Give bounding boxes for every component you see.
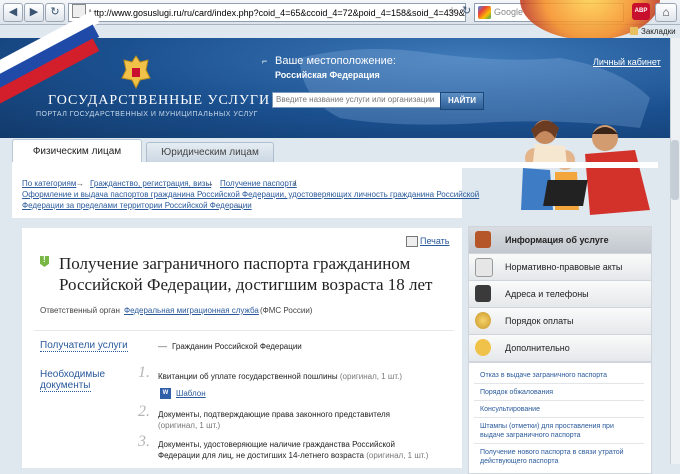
printer-icon[interactable] <box>406 236 418 247</box>
sidebar-item-additional[interactable]: Дополнительно <box>468 334 652 362</box>
org-abbr: (ФМС России) <box>260 306 313 315</box>
bookmarks-menu[interactable]: Закладки <box>630 25 680 38</box>
page-title: Получение заграничного паспорта граждани… <box>59 254 433 294</box>
sidebar-item-label: Дополнительно <box>505 343 570 353</box>
home-button[interactable]: ⌂ <box>655 3 677 22</box>
breadcrumb-separator: → <box>236 201 244 210</box>
sidebar-item-label: Порядок оплаты <box>505 316 574 326</box>
reload-button[interactable]: ↻ <box>45 3 65 22</box>
search-placeholder: Google <box>494 7 524 17</box>
site-title: ГОСУДАРСТВЕННЫЕ УСЛУГИ <box>48 93 271 108</box>
submenu-item-new-passport[interactable]: Получение нового паспорта в связи утрато… <box>480 448 624 457</box>
submenu-item-appeal[interactable]: Порядок обжалования <box>480 388 553 397</box>
divider <box>474 443 644 444</box>
divider <box>474 400 644 401</box>
briefcase-icon <box>475 231 491 248</box>
breadcrumb-separator: / <box>294 179 297 188</box>
breadcrumb-passport[interactable]: Получение паспорта <box>220 179 297 188</box>
tab-legal-entities[interactable]: Юридическим лицам <box>146 142 274 164</box>
recipients-label[interactable]: Получатели услуги <box>40 340 128 352</box>
google-icon <box>478 6 491 19</box>
url-text: http://www.gosuslugi.ru/ru/card/index.ph… <box>89 8 466 18</box>
forward-button[interactable]: ▶ <box>24 3 44 22</box>
bookmarks-label: Закладки <box>641 27 676 36</box>
org-label: Ответственный орган <box>40 306 120 315</box>
doc-number: 2. <box>138 403 150 420</box>
divider <box>34 330 454 331</box>
sidebar-item-label: Информация об услуге <box>505 235 609 245</box>
tab-individuals[interactable]: Физическим лицам <box>12 139 142 164</box>
service-search-input[interactable]: Введите название услуги или организации <box>272 92 443 108</box>
site-subtitle: ПОРТАЛ ГОСУДАРСТВЕННЫХ И МУНИЦИПАЛЬНЫХ У… <box>36 111 258 118</box>
coat-of-arms-icon <box>121 55 151 90</box>
back-button[interactable]: ◀ <box>3 3 23 22</box>
location-label: Ваше местоположение: <box>275 55 396 67</box>
submenu-item-stamps[interactable]: Штампы (отметки) для проставления при <box>480 422 614 431</box>
location-arrow-icon: ⌐ <box>262 56 268 66</box>
documents-label-2[interactable]: документы <box>40 380 91 392</box>
submenu-item-stamps-cont[interactable]: выдаче заграничного паспорта <box>480 431 581 440</box>
recipients-value: Гражданин Российской Федерации <box>172 342 302 351</box>
breadcrumb-issuance[interactable]: Оформление и выдача паспортов гражданина… <box>22 190 479 199</box>
phone-icon <box>475 285 491 302</box>
coins-icon <box>475 312 491 329</box>
divider <box>474 383 644 384</box>
scrollbar-thumb[interactable] <box>671 140 679 200</box>
sidebar-item-payment[interactable]: Порядок оплаты <box>468 307 652 335</box>
doc-number: 1. <box>138 364 150 381</box>
documents-label-1[interactable]: Необходимые <box>40 369 105 380</box>
doc-1-text: Квитанции об уплате государственной пошл… <box>158 372 402 381</box>
submenu-item-refusal[interactable]: Отказ в выдаче заграничного паспорта <box>480 371 607 380</box>
refresh-icon[interactable]: ↻ <box>462 4 471 17</box>
org-link[interactable]: Федеральная миграционная служба <box>124 306 259 315</box>
sidebar-item-service-info[interactable]: Информация об услуге <box>468 226 652 254</box>
sidebar-item-label: Адреса и телефоны <box>505 289 589 299</box>
divider <box>474 417 644 418</box>
doc-number: 3. <box>138 433 150 450</box>
submenu-item-new-passport-cont[interactable]: действующего паспорта <box>480 457 558 466</box>
find-button[interactable]: НАЙТИ <box>440 92 484 110</box>
doc-3-text: Документы, удостоверяющие наличие гражда… <box>158 440 429 460</box>
breadcrumb-issuance-cont[interactable]: Федерации за пределами территории Россий… <box>22 201 252 210</box>
sidebar-item-legal-acts[interactable]: Нормативно-правовые акты <box>468 253 652 281</box>
breadcrumb-categories[interactable]: По категориям <box>22 179 76 188</box>
bookmarks-icon <box>630 27 638 35</box>
breadcrumb-separator: → <box>76 179 84 188</box>
breadcrumb-separator: → <box>206 179 214 188</box>
personal-cabinet-link[interactable]: Личный кабинет <box>593 57 661 67</box>
star-icon[interactable]: ☆ <box>448 5 456 16</box>
breadcrumb-citizenship[interactable]: Гражданство, регистрация, визы <box>90 179 211 188</box>
print-link[interactable]: Печать <box>420 236 449 246</box>
scrollbar[interactable] <box>670 38 680 464</box>
doc-2-text: Документы, подтверждающие права законног… <box>158 410 391 430</box>
sidebar-item-label: Нормативно-правовые акты <box>505 262 623 272</box>
dash: — <box>158 341 167 351</box>
submenu-item-consulting[interactable]: Консультирование <box>480 405 540 414</box>
document-icon <box>475 258 493 277</box>
location-value[interactable]: Российская Федерация <box>275 70 380 80</box>
adblock-button[interactable]: ABP <box>632 3 650 20</box>
sidebar-item-addresses[interactable]: Адреса и телефоны <box>468 280 652 308</box>
address-bar[interactable]: http://www.gosuslugi.ru/ru/card/index.ph… <box>68 3 466 22</box>
info-icon <box>475 339 491 356</box>
template-link[interactable]: Шаблон <box>176 389 206 398</box>
word-document-icon[interactable]: W <box>160 388 171 399</box>
